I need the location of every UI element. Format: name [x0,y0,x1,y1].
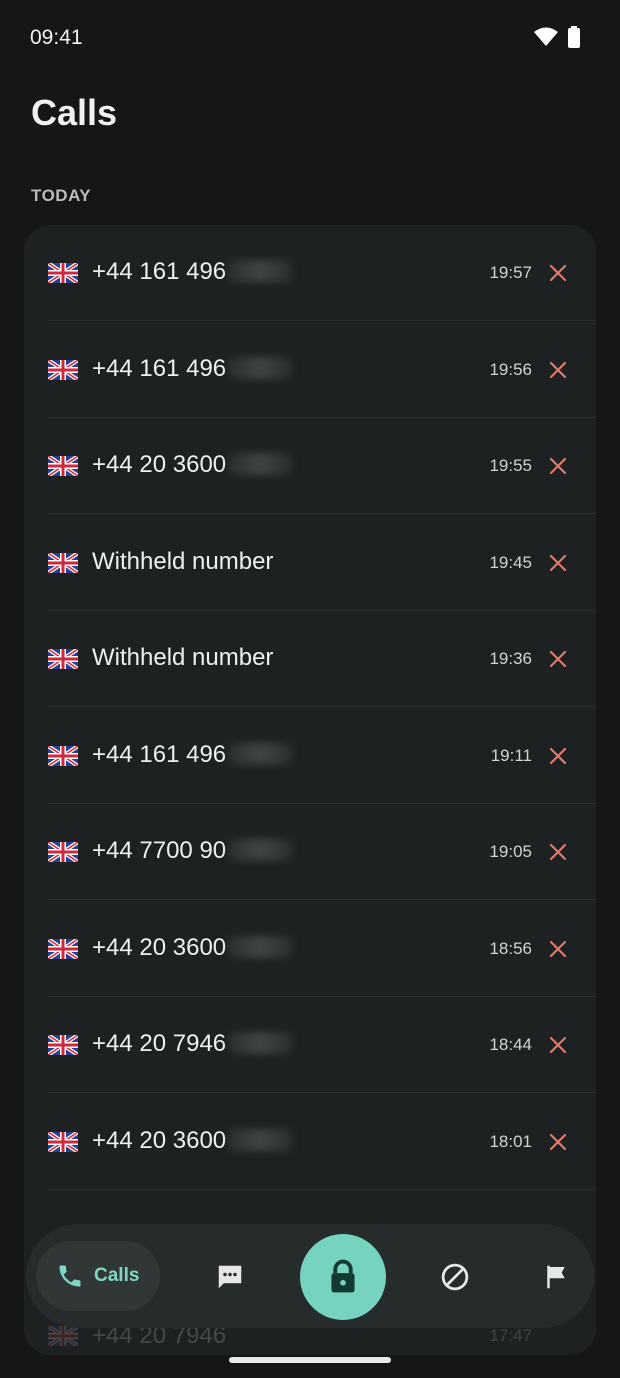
call-time: 19:45 [489,552,532,572]
call-number: +44 7700 90 [92,837,293,865]
wifi-icon [534,27,558,46]
bottom-navigation: Calls [26,1224,594,1328]
uk-flag-icon [48,552,78,573]
delete-icon[interactable] [548,1132,568,1152]
delete-icon[interactable] [548,263,568,283]
call-time: 17:47 [489,1326,532,1345]
call-row[interactable]: +44 20 7946 18:44 [24,997,596,1093]
call-number: +44 20 3600 [92,933,293,962]
call-number: +44 20 7946 [92,1030,293,1058]
call-row[interactable]: Withheld number 19:45 [24,515,596,611]
home-indicator [229,1357,391,1363]
delete-icon[interactable] [548,746,568,766]
call-number-text: +44 20 3600 [92,451,227,478]
redacted-digits [228,356,293,379]
uk-flag-icon [48,842,78,862]
page-title: Calls [31,92,118,133]
flag-icon[interactable] [541,1262,571,1292]
battery-icon [568,26,580,48]
delete-icon[interactable] [548,553,568,573]
call-number-text: +44 20 3600 [92,1126,227,1154]
redacted-digits [228,742,293,765]
call-number-text: +44 161 496 [92,740,227,768]
call-number-text: +44 161 496 [92,258,227,285]
call-number-text: +44 20 3600 [92,933,227,961]
call-number: Withheld number [92,644,273,672]
uk-flag-icon [48,1035,78,1055]
redacted-digits [228,260,293,282]
call-time: 19:05 [489,842,532,861]
redacted-digits [228,1128,293,1151]
call-time: 18:01 [489,1131,532,1151]
call-number-text: Withheld number [92,644,274,671]
section-label-today: TODAY [31,186,92,205]
call-number: +44 20 3600 [92,451,293,479]
call-number: +44 20 3600 [92,1126,293,1155]
uk-flag-icon [48,1326,78,1346]
uk-flag-icon [48,1131,78,1152]
status-bar: 09:41 [0,0,620,76]
call-number: +44 161 496 [92,354,293,383]
call-time: 19:55 [489,456,532,475]
delete-icon[interactable] [548,649,568,669]
call-time: 19:11 [490,745,532,765]
delete-icon[interactable] [548,360,568,380]
call-number: Withheld number [92,548,273,576]
redacted-digits [228,453,293,475]
redacted-digits [228,839,293,861]
call-number-text: +44 20 7946 [92,1030,227,1057]
call-time: 18:56 [489,938,532,958]
call-number-text: +44 161 496 [92,354,227,382]
call-row[interactable]: +44 7700 90 19:05 [24,804,596,900]
call-time: 19:36 [489,649,532,668]
status-time: 09:41 [30,26,83,49]
delete-icon[interactable] [548,939,568,959]
call-time: 18:44 [489,1035,532,1054]
call-row[interactable]: Withheld number 19:36 [24,611,596,707]
uk-flag-icon [48,359,78,380]
call-row[interactable]: +44 20 3600 18:01 [24,1094,596,1190]
call-time: 19:56 [489,359,532,379]
phone-icon [59,1265,81,1287]
uk-flag-icon [48,263,78,283]
status-icons [534,26,580,48]
call-list: +44 161 496 19:57 +44 161 496 19:56 +44 20 3… [24,225,596,1355]
call-row[interactable]: +44 161 496 19:56 [24,322,596,418]
lock-button[interactable] [300,1234,386,1320]
uk-flag-icon [48,649,78,669]
uk-flag-icon [48,745,78,766]
call-row[interactable]: +44 161 496 19:57 [24,225,596,321]
call-number: +44 161 496 [92,258,293,286]
redacted-digits [228,1032,293,1054]
call-row[interactable]: +44 20 3600 18:56 [24,901,596,997]
uk-flag-icon [48,938,78,959]
call-number-text: Withheld number [92,547,274,575]
lock-icon [331,1259,355,1293]
delete-icon[interactable] [548,1035,568,1055]
delete-icon[interactable] [548,456,568,476]
call-row[interactable]: +44 161 496 19:11 [24,708,596,804]
uk-flag-icon [48,456,78,476]
row-divider [48,1188,596,1190]
nav-calls-tab[interactable]: Calls [36,1241,160,1311]
call-row[interactable]: +44 20 3600 19:55 [24,418,596,514]
call-number-text: +44 7700 90 [92,837,227,864]
delete-icon[interactable] [548,842,568,862]
call-time: 19:57 [489,263,532,282]
block-icon[interactable] [440,1262,470,1292]
call-number: +44 161 496 [92,740,293,769]
nav-calls-label: Calls [94,1265,140,1286]
redacted-digits [228,935,293,958]
message-icon[interactable] [215,1262,245,1292]
